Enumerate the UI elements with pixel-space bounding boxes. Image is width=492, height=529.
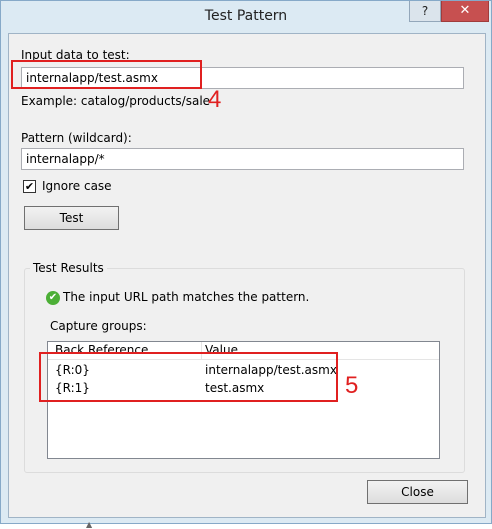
capture-groups-label: Capture groups: xyxy=(50,319,147,333)
ignore-case-checkbox[interactable]: ✔ xyxy=(23,180,36,193)
annotation-number-5: 5 xyxy=(345,372,359,399)
close-button[interactable]: Close xyxy=(367,480,468,504)
annotation-box-captures xyxy=(39,352,338,402)
dialog-body: Input data to test: internalapp/test.asm… xyxy=(8,33,486,518)
match-status-text: The input URL path matches the pattern. xyxy=(63,290,310,304)
help-button[interactable]: ? xyxy=(409,1,441,22)
resize-grip-icon: ▲ xyxy=(86,520,93,529)
test-results-title: Test Results xyxy=(30,261,107,275)
help-icon: ? xyxy=(421,4,429,18)
checkmark-icon: ✔ xyxy=(24,180,35,193)
annotation-number-4: 4 xyxy=(208,86,222,113)
check-circle-icon: ✔ xyxy=(46,291,60,305)
window-close-button[interactable]: ✕ xyxy=(441,1,489,22)
pattern-label: Pattern (wildcard): xyxy=(21,131,132,145)
pattern-field[interactable]: internalapp/* xyxy=(21,148,464,170)
ignore-case-label: Ignore case xyxy=(42,179,112,193)
title-bar[interactable]: Test Pattern ? ✕ xyxy=(1,1,491,33)
annotation-box-input xyxy=(11,60,202,89)
input-example-text: Example: catalog/products/sale xyxy=(21,94,211,108)
close-icon: ✕ xyxy=(459,3,471,18)
test-button[interactable]: Test xyxy=(24,206,119,230)
